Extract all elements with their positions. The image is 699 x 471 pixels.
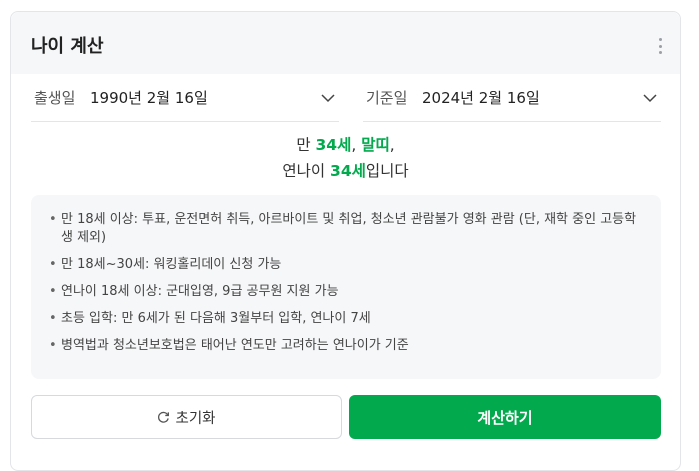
calculate-button[interactable]: 계산하기 [349, 395, 661, 439]
result-line-1: 만 34세, 말띠, [11, 132, 680, 158]
age-result: 만 34세, 말띠, 연나이 34세입니다 [11, 132, 680, 184]
birth-date-value: 1990년 2월 16일 [90, 89, 208, 107]
more-vertical-icon[interactable] [658, 38, 662, 54]
calculate-button-label: 계산하기 [477, 409, 533, 427]
chevron-down-icon [321, 94, 335, 103]
result-prefix-2: 연나이 [282, 162, 331, 180]
result-line-2: 연나이 34세입니다 [11, 158, 680, 184]
refresh-icon [158, 411, 170, 423]
reset-button[interactable]: 초기화 [31, 395, 342, 439]
info-list: 만 18세 이상: 투표, 운전면허 취득, 아르바이트 및 취업, 청소년 관… [49, 211, 643, 355]
base-date-select[interactable]: 기준일 2024년 2월 16일 [363, 74, 661, 122]
birth-date-select[interactable]: 출생일 1990년 2월 16일 [31, 74, 339, 122]
age-calculator-card: 나이 계산 출생일 1990년 2월 16일 기준일 2024년 2월 16일 … [10, 11, 681, 471]
info-item: 병역법과 청소년보호법은 태어난 연도만 고려하는 연나이가 기준 [49, 337, 643, 355]
info-item: 만 18세 이상: 투표, 운전면허 취득, 아르바이트 및 취업, 청소년 관… [49, 211, 643, 247]
base-date-value: 2024년 2월 16일 [422, 89, 540, 107]
result-comma: , [389, 136, 395, 154]
card-header: 나이 계산 [11, 12, 680, 74]
reset-button-label: 초기화 [175, 410, 216, 427]
birth-date-label: 출생일 [34, 89, 76, 107]
result-sep: , [351, 136, 362, 154]
zodiac-value: 말띠 [361, 136, 390, 154]
result-suffix: 입니다 [365, 162, 409, 180]
result-prefix: 만 [296, 136, 316, 154]
age-year-value: 34세 [330, 162, 366, 180]
card-title: 나이 계산 [31, 36, 104, 57]
base-date-label: 기준일 [366, 89, 408, 107]
info-item: 만 18세~30세: 워킹홀리데이 신청 가능 [49, 256, 643, 274]
info-item: 초등 입학: 만 6세가 된 다음해 3월부터 입학, 연나이 7세 [49, 310, 643, 328]
info-box: 만 18세 이상: 투표, 운전면허 취득, 아르바이트 및 취업, 청소년 관… [31, 195, 661, 379]
chevron-down-icon [643, 94, 657, 103]
info-item: 연나이 18세 이상: 군대입영, 9급 공무원 지원 가능 [49, 283, 643, 301]
age-full-value: 34세 [315, 136, 352, 154]
